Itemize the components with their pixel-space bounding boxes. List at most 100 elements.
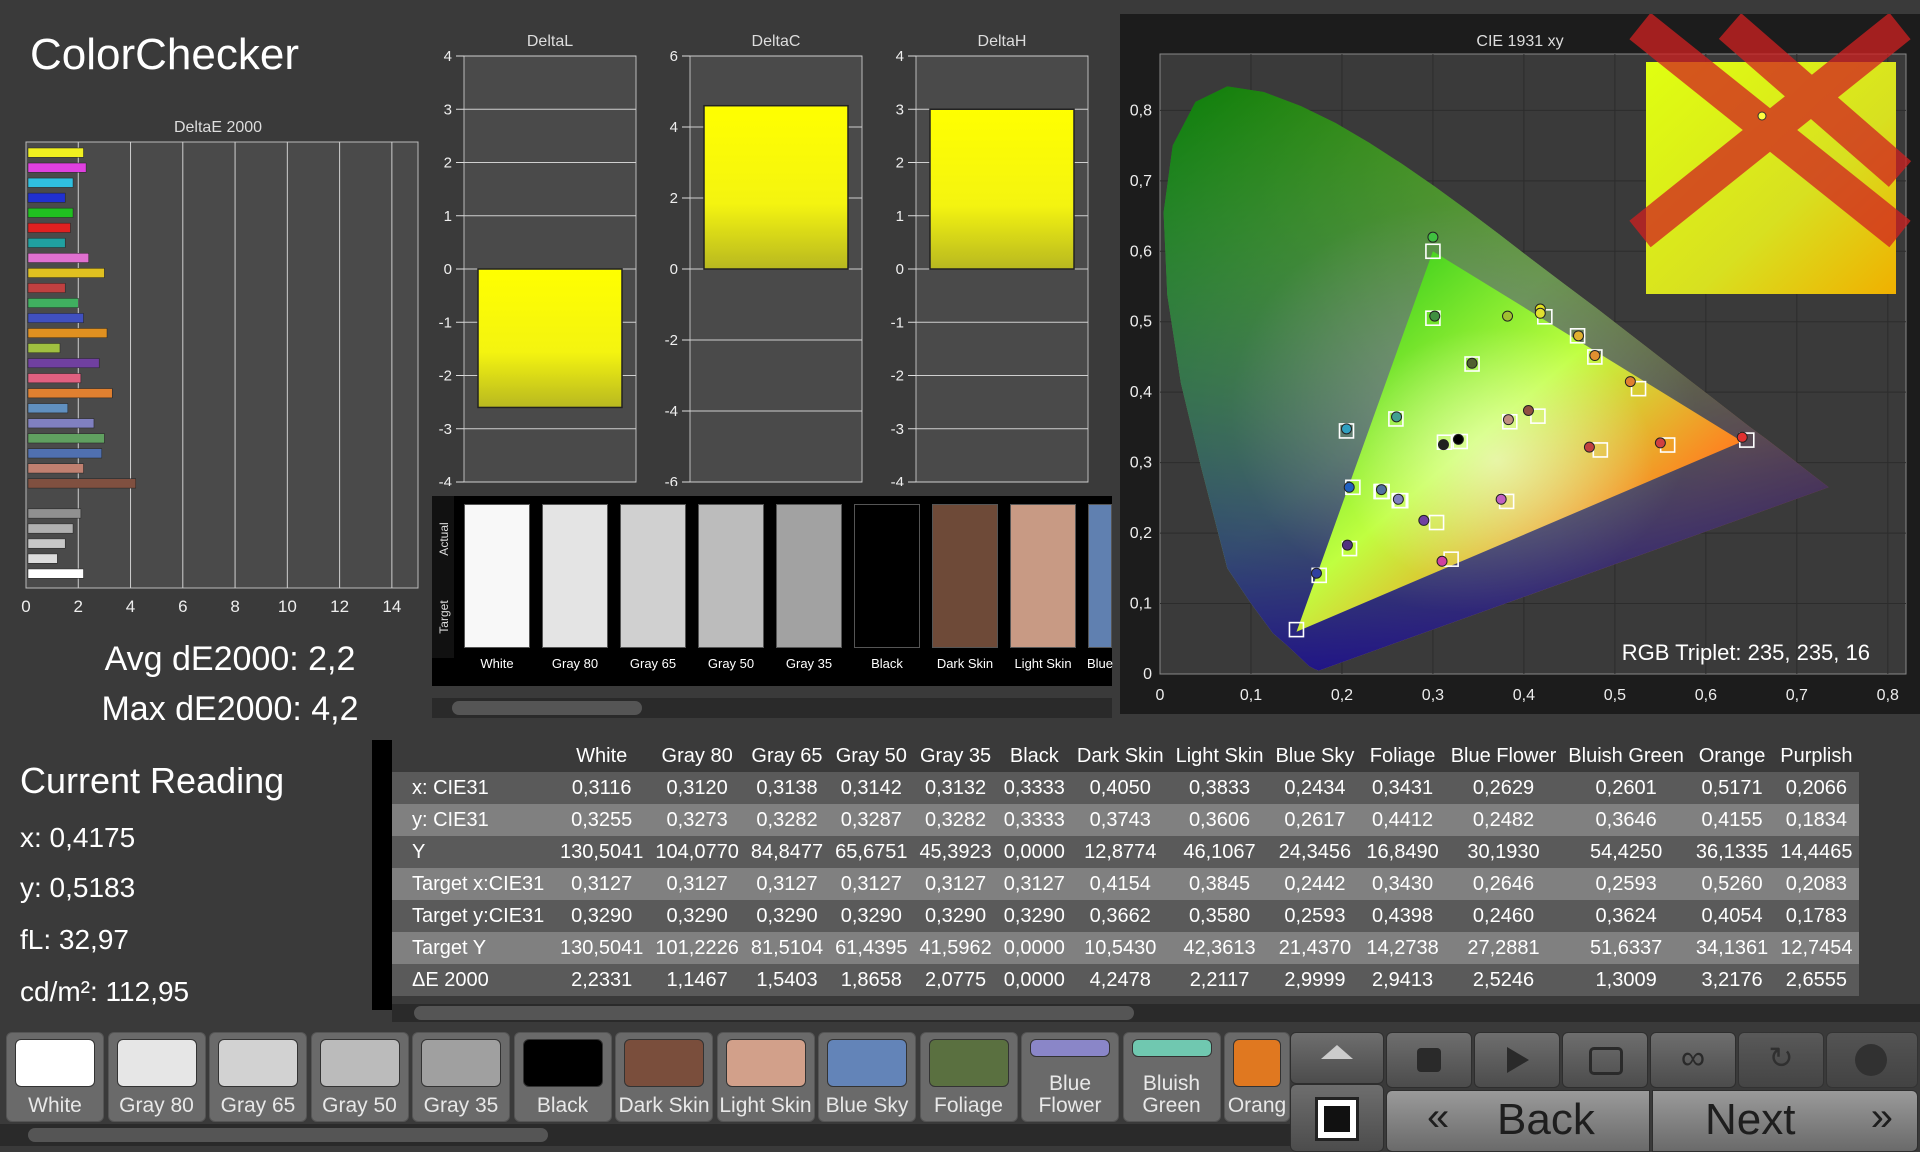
measured-point — [1437, 439, 1449, 451]
table-cell: 0,0000 — [1003, 968, 1065, 991]
patch-label: Blue Sky — [825, 1094, 909, 1117]
table-column-header[interactable]: Black — [998, 740, 1071, 772]
delta-ytick: 1 — [896, 208, 904, 225]
refresh-button[interactable]: ↻ — [1738, 1032, 1824, 1088]
cie-xtick: 0,2 — [1331, 687, 1353, 704]
table-column-header[interactable]: Gray 80 — [649, 740, 744, 772]
range-button[interactable] — [1562, 1032, 1648, 1088]
actual-label: Actual — [437, 522, 451, 556]
table-cell: 0,1783 — [1785, 904, 1847, 927]
patch-tile[interactable]: Bluish Green — [1122, 1032, 1221, 1122]
table-cell: 101,2226 — [655, 936, 739, 959]
cie-xtick: 0,6 — [1695, 687, 1717, 704]
patch-tile[interactable]: Gray 35 — [412, 1032, 510, 1122]
patch-tile[interactable]: Gray 65 — [209, 1032, 307, 1122]
cie-xtick: 0,1 — [1240, 687, 1262, 704]
scroll-up-button[interactable] — [1290, 1032, 1384, 1084]
patch-label: Orang — [1227, 1094, 1287, 1117]
table-cell: 0,4154 — [1089, 872, 1151, 895]
patch-swatch — [1131, 1039, 1212, 1057]
deltae-bar — [27, 538, 66, 549]
patch-label: Foliage — [934, 1094, 1003, 1117]
patch-label: Gray 80 — [119, 1094, 194, 1117]
table-cell: 0,3282 — [756, 808, 818, 831]
stop-capture-button[interactable] — [1290, 1084, 1384, 1152]
patch-tile[interactable]: Gray 50 — [310, 1032, 409, 1122]
measured-point — [1583, 441, 1595, 453]
delta-bar — [929, 108, 1075, 270]
reading-cdm: cd/m²: 112,95 — [20, 976, 190, 1007]
loop-button[interactable]: ∞ — [1650, 1032, 1736, 1088]
delta-bar — [703, 104, 849, 270]
table-column-header[interactable]: Gray 50 — [829, 740, 913, 772]
patch-tile[interactable]: Blue Flower — [1021, 1032, 1119, 1122]
table-column-header[interactable]: Foliage — [1360, 740, 1444, 772]
strip-hscroll[interactable] — [432, 698, 1112, 718]
next-label: Next — [1705, 1095, 1796, 1144]
deltae-bar — [27, 553, 58, 564]
table-cell: 0,3127 — [756, 872, 818, 895]
strip-swatch — [1088, 504, 1112, 648]
table-cell: 0,2442 — [1284, 872, 1346, 895]
table-column-header[interactable]: Light Skin — [1170, 740, 1270, 772]
patch-tile[interactable]: White — [6, 1032, 104, 1122]
table-scrollbar[interactable] — [392, 1004, 1920, 1022]
stop-button[interactable] — [1386, 1032, 1472, 1088]
table-cell: 0,2593 — [1595, 872, 1657, 895]
tiles-scrollbar[interactable] — [0, 1124, 1290, 1146]
table-column-header[interactable]: Gray 65 — [745, 740, 829, 772]
table-column-header[interactable]: Blue Sky — [1269, 740, 1360, 772]
table-cell: 0,4050 — [1089, 776, 1151, 799]
back-button[interactable]: « Back — [1386, 1090, 1650, 1152]
deltae-xtick: 10 — [278, 597, 297, 616]
table-cell: 0,3127 — [666, 872, 728, 895]
patch-tile[interactable]: Dark Skin — [615, 1032, 713, 1122]
table-column-header[interactable]: Bluish Green — [1562, 740, 1690, 772]
delta-ytick: -3 — [439, 421, 452, 438]
patch-tile[interactable]: Blue Sky — [818, 1032, 916, 1122]
table-row: Target y:CIE31 0,3290 0,3290 0,3290 0,3290 0,… — [392, 900, 1859, 932]
patch-tile[interactable]: Orang — [1224, 1032, 1290, 1122]
table-scroll-thumb[interactable] — [414, 1006, 1134, 1020]
next-button[interactable]: Next » — [1652, 1090, 1918, 1152]
table-cell: 0,3127 — [1003, 872, 1065, 895]
table-column-header[interactable]: Orange — [1690, 740, 1774, 772]
table-cell: 0,3290 — [756, 904, 818, 927]
deltae-bar — [27, 403, 69, 414]
cie-ytick: 0,3 — [1130, 455, 1152, 472]
table-column-header[interactable]: Purplish — [1774, 740, 1858, 772]
table-column-header[interactable]: White — [554, 740, 649, 772]
patch-tile[interactable]: Gray 80 — [107, 1032, 206, 1122]
current-reading-inset — [1629, 14, 1912, 294]
table-column-header[interactable]: Blue Flower — [1445, 740, 1563, 772]
table-cell: 0,3282 — [925, 808, 987, 831]
delta-ytick: -2 — [891, 368, 904, 385]
delta-chart-deltah: DeltaH 4 3 2 1 0 -1 -2 -3 -4 — [891, 33, 1089, 486]
patch-swatch — [522, 1039, 603, 1087]
play-button[interactable] — [1474, 1032, 1560, 1088]
patch-tile[interactable]: Black — [513, 1032, 612, 1122]
record-button[interactable] — [1826, 1032, 1918, 1088]
deltae-bar — [27, 463, 84, 474]
table-cell: 0,2083 — [1785, 872, 1847, 895]
patch-tile[interactable]: Foliage — [919, 1032, 1018, 1122]
strip-hscroll-thumb[interactable] — [452, 701, 642, 715]
deltae-bar — [27, 162, 87, 173]
table-cell: 0,2593 — [1284, 904, 1346, 927]
table-column-header[interactable]: Gray 35 — [913, 740, 997, 772]
table-cell: 36,1335 — [1695, 840, 1769, 863]
table-cell: 2,6555 — [1785, 968, 1847, 991]
patch-tile[interactable]: Light Skin — [716, 1032, 815, 1122]
table-cell: 0,3624 — [1595, 904, 1657, 927]
table-column-header[interactable]: Dark Skin — [1071, 740, 1170, 772]
table-cell: 2,5246 — [1472, 968, 1535, 991]
record-icon — [1855, 1044, 1887, 1076]
delta-chart-deltal: DeltaL 4 3 2 1 0 -1 -2 -3 -4 — [439, 33, 637, 486]
double-chevron-right-icon: » — [1870, 1095, 1893, 1139]
delta-ytick: 0 — [670, 261, 678, 278]
tiles-scroll-thumb[interactable] — [28, 1128, 548, 1142]
deltae-xtick: 6 — [178, 597, 187, 616]
table-cell: 0,3606 — [1188, 808, 1251, 831]
table-cell: 0,3333 — [1003, 808, 1065, 831]
table-cell: 0,3333 — [1003, 776, 1065, 799]
